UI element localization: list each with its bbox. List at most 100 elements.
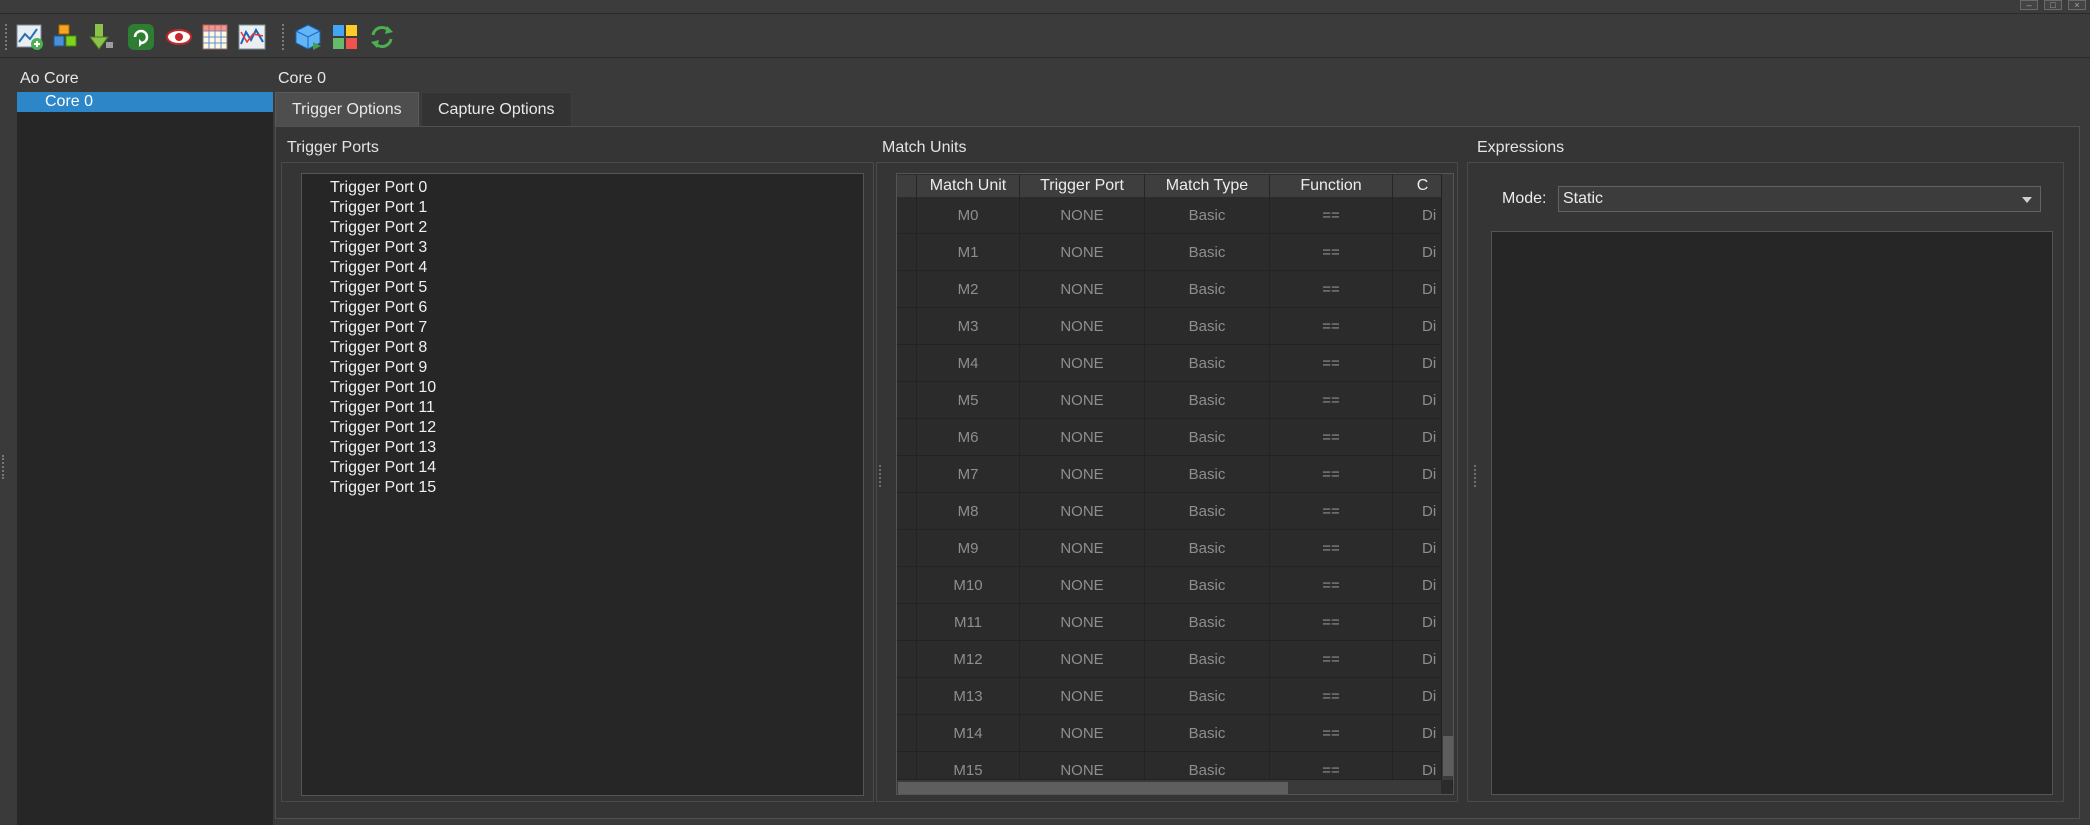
table-cell[interactable]: == [1270,567,1393,604]
row-checkbox[interactable] [897,271,917,308]
close-window-button[interactable]: × [2068,0,2086,10]
list-item[interactable]: Trigger Port 2 [330,218,427,238]
vertical-scrollbar-thumb[interactable] [1443,736,1453,776]
eye-icon[interactable] [162,20,196,54]
row-checkbox[interactable] [897,456,917,493]
table-cell[interactable]: Basic [1145,678,1270,715]
table-cell[interactable]: == [1270,382,1393,419]
table-cell[interactable]: == [1270,345,1393,382]
column-header-checkbox[interactable] [897,175,917,197]
row-checkbox[interactable] [897,382,917,419]
chart-add-icon[interactable] [13,20,47,54]
column-header[interactable]: Match Type [1145,175,1270,197]
table-cell[interactable]: NONE [1020,382,1145,419]
download-arrow-icon[interactable] [83,20,117,54]
table-row[interactable]: M8 NONE Basic == Di [897,493,1453,530]
table-cell[interactable]: NONE [1020,715,1145,752]
toolbar-grip-2[interactable] [282,24,286,50]
table-cell[interactable]: M5 [917,382,1020,419]
table-cell[interactable]: == [1270,234,1393,271]
table-row[interactable]: M1 NONE Basic == Di [897,234,1453,271]
list-item[interactable]: Trigger Port 5 [330,278,427,298]
table-cell[interactable]: Basic [1145,530,1270,567]
table-row[interactable]: M9 NONE Basic == Di [897,530,1453,567]
list-item[interactable]: Trigger Port 10 [330,378,436,398]
grid-table-icon[interactable] [198,20,232,54]
column-header[interactable]: Trigger Port [1020,175,1145,197]
list-item[interactable]: Trigger Port 13 [330,438,436,458]
row-checkbox[interactable] [897,197,917,234]
table-cell[interactable]: NONE [1020,530,1145,567]
table-cell[interactable]: Basic [1145,197,1270,234]
table-cell[interactable]: == [1270,271,1393,308]
list-item[interactable]: Trigger Port 15 [330,478,436,498]
table-cell[interactable]: NONE [1020,419,1145,456]
list-item[interactable]: Trigger Port 0 [330,178,427,198]
table-cell[interactable]: M9 [917,530,1020,567]
table-cell[interactable]: == [1270,715,1393,752]
table-cell[interactable]: Basic [1145,567,1270,604]
vertical-scrollbar[interactable] [1441,174,1453,780]
list-item[interactable]: Trigger Port 12 [330,418,436,438]
table-cell[interactable]: M1 [917,234,1020,271]
horizontal-scrollbar-thumb[interactable] [898,782,1288,794]
table-row[interactable]: M12 NONE Basic == Di [897,641,1453,678]
row-checkbox[interactable] [897,419,917,456]
row-checkbox[interactable] [897,530,917,567]
row-checkbox[interactable] [897,493,917,530]
table-cell[interactable]: M14 [917,715,1020,752]
table-cell[interactable]: M10 [917,567,1020,604]
table-cell[interactable]: == [1270,530,1393,567]
table-cell[interactable]: M11 [917,604,1020,641]
table-cell[interactable]: NONE [1020,234,1145,271]
row-checkbox[interactable] [897,345,917,382]
table-cell[interactable]: Basic [1145,345,1270,382]
table-cell[interactable]: M13 [917,678,1020,715]
sidebar-splitter-handle[interactable] [2,455,5,479]
list-item[interactable]: Trigger Port 14 [330,458,436,478]
tree-item-core-0[interactable]: Core 0 [17,92,273,112]
list-item[interactable]: Trigger Port 11 [330,398,435,418]
table-cell[interactable]: == [1270,419,1393,456]
row-checkbox[interactable] [897,567,917,604]
expression-editor[interactable] [1491,231,2053,795]
trigger-ports-list[interactable]: Trigger Port 0 Trigger Port 1 Trigger Port… [301,173,864,796]
table-cell[interactable]: == [1270,604,1393,641]
table-row[interactable]: M2 NONE Basic == Di [897,271,1453,308]
table-cell[interactable]: NONE [1020,197,1145,234]
list-item[interactable]: Trigger Port 3 [330,238,427,258]
table-cell[interactable]: M8 [917,493,1020,530]
toolbar-grip[interactable] [5,24,9,50]
table-cell[interactable]: Basic [1145,271,1270,308]
column-header[interactable]: Match Unit [917,175,1020,197]
table-cell[interactable]: M2 [917,271,1020,308]
table-cell[interactable]: Basic [1145,308,1270,345]
cube-export-icon[interactable] [291,20,325,54]
horizontal-scrollbar[interactable] [897,779,1441,794]
table-cell[interactable]: Basic [1145,604,1270,641]
table-row[interactable]: M13 NONE Basic == Di [897,678,1453,715]
table-cell[interactable]: NONE [1020,345,1145,382]
table-cell[interactable]: Basic [1145,715,1270,752]
restore-window-button[interactable]: □ [2044,0,2062,10]
table-cell[interactable]: NONE [1020,493,1145,530]
list-item[interactable]: Trigger Port 8 [330,338,427,358]
tab-capture-options[interactable]: Capture Options [421,92,572,126]
table-row[interactable]: M6 NONE Basic == Di [897,419,1453,456]
table-cell[interactable]: Basic [1145,234,1270,271]
table-cell[interactable]: Basic [1145,419,1270,456]
table-cell[interactable]: NONE [1020,308,1145,345]
table-cell[interactable]: NONE [1020,678,1145,715]
row-checkbox[interactable] [897,308,917,345]
list-item[interactable]: Trigger Port 7 [330,318,427,338]
row-checkbox[interactable] [897,715,917,752]
list-item[interactable]: Trigger Port 4 [330,258,427,278]
cube-stack-icon[interactable] [49,20,83,54]
table-cell[interactable]: M7 [917,456,1020,493]
minimize-window-button[interactable]: – [2020,0,2038,10]
tab-trigger-options[interactable]: Trigger Options [275,92,419,126]
table-cell[interactable]: Basic [1145,456,1270,493]
table-cell[interactable]: == [1270,493,1393,530]
waveform-icon[interactable] [235,20,269,54]
table-cell[interactable]: Basic [1145,641,1270,678]
